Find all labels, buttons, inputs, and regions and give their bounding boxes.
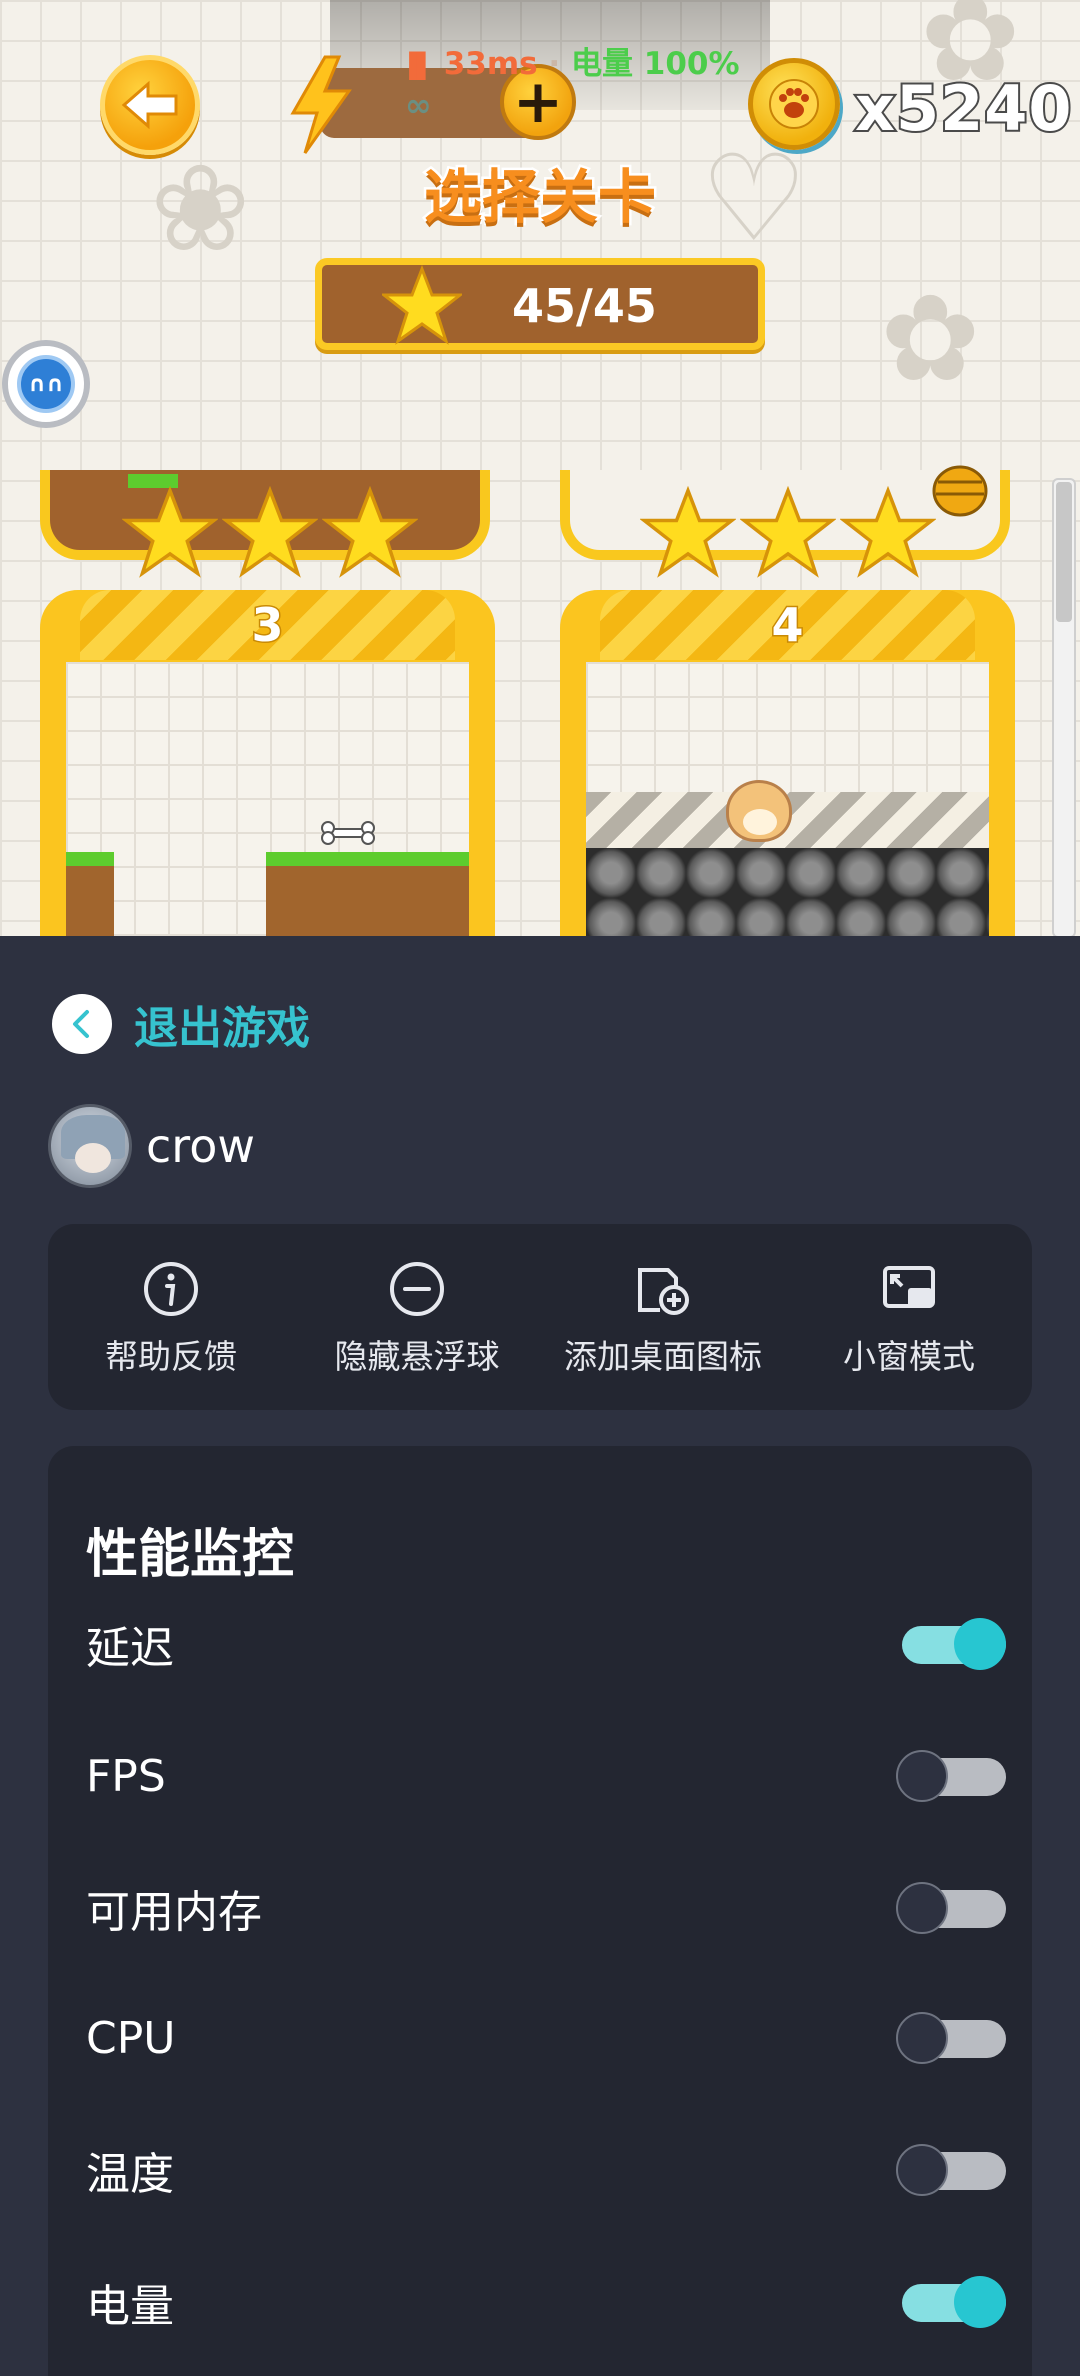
ground-left	[66, 852, 114, 936]
battery-readout: 电量 100%	[571, 46, 740, 82]
perf-row-memory: 可用内存	[86, 1868, 1006, 1948]
star-icon	[382, 265, 462, 345]
star-icon	[122, 486, 218, 578]
perf-item-label: CPU	[86, 2012, 176, 2064]
perf-item-label: 可用内存	[86, 1887, 262, 1938]
action-label: 隐藏悬浮球	[334, 1337, 500, 1376]
perf-row-battery: 电量	[86, 2262, 1006, 2342]
level-number: 3	[80, 590, 455, 660]
section-title: 性能监控	[86, 1525, 295, 1585]
info-icon	[144, 1262, 198, 1316]
star-icon	[222, 486, 318, 578]
perf-item-label: FPS	[86, 1750, 166, 1802]
cpu-toggle[interactable]	[896, 2010, 1006, 2066]
perf-item-label: 温度	[86, 2149, 174, 2200]
floating-ball[interactable]: ∩∩	[2, 340, 90, 428]
perf-row-cpu: CPU	[86, 1998, 1006, 2078]
minus-circle-icon	[390, 1262, 444, 1316]
exit-game-label: 退出游戏	[134, 1003, 310, 1054]
latency-toggle[interactable]	[896, 1616, 1006, 1672]
fps-toggle[interactable]	[896, 1748, 1006, 1804]
floating-ball-icon: ∩∩	[17, 355, 75, 413]
scrollbar-thumb[interactable]	[1056, 482, 1072, 622]
battery-toggle[interactable]	[896, 2274, 1006, 2330]
signal-icon: ▐▌	[400, 52, 435, 80]
separator: ·	[537, 46, 571, 82]
user-info: crow	[48, 1104, 255, 1188]
help-feedback-button[interactable]: 帮助反馈	[48, 1224, 294, 1410]
memory-toggle[interactable]	[896, 1880, 1006, 1936]
username: crow	[146, 1119, 255, 1173]
bone-icon	[321, 821, 375, 845]
rock-floor	[586, 848, 989, 936]
coin-count: x5240	[853, 70, 1074, 147]
temperature-toggle[interactable]	[896, 2142, 1006, 2198]
exit-game-button[interactable]: 退出游戏	[52, 992, 310, 1056]
action-label: 帮助反馈	[105, 1337, 237, 1376]
level-2-stars	[640, 486, 936, 578]
dog-icon	[726, 780, 792, 842]
ground-right	[266, 852, 469, 936]
perf-overlay: ▐▌ 33ms · 电量 100%	[400, 38, 740, 83]
add-desktop-icon-button[interactable]: 添加桌面图标	[540, 1224, 786, 1410]
score-bar: 45/45	[315, 258, 765, 350]
avatar	[48, 1104, 132, 1188]
level-card-3[interactable]: 3	[40, 590, 495, 936]
perf-row-temperature: 温度	[86, 2130, 1006, 2210]
star-icon	[640, 486, 736, 578]
scrollbar[interactable]	[1052, 478, 1076, 936]
performance-monitor: 性能监控 延迟 FPS 可用内存 CPU 温度 电量	[48, 1446, 1032, 2376]
level-1-stars	[122, 486, 418, 578]
back-button[interactable]	[100, 55, 200, 155]
perf-row-fps: FPS	[86, 1736, 1006, 1816]
action-label: 小窗模式	[843, 1337, 975, 1376]
hide-float-ball-button[interactable]: 隐藏悬浮球	[294, 1224, 540, 1410]
beehive-icon	[932, 465, 988, 517]
level-4-preview	[586, 662, 989, 936]
small-window-button[interactable]: 小窗模式	[786, 1224, 1032, 1410]
star-icon	[840, 486, 936, 578]
arrow-left-icon	[121, 80, 178, 130]
level-3-preview	[66, 662, 469, 936]
perf-row-latency: 延迟	[86, 1604, 1006, 1684]
chevron-left-icon	[52, 994, 112, 1054]
quick-actions: 帮助反馈 隐藏悬浮球 添加桌面图标 小窗模式	[48, 1224, 1032, 1410]
perf-item-label: 电量	[86, 2281, 174, 2332]
star-icon	[322, 486, 418, 578]
doodle-flower: ✿	[880, 270, 981, 409]
lightning-icon	[290, 55, 352, 154]
latency-readout: 33ms	[443, 46, 538, 82]
perf-item-label: 延迟	[86, 1623, 174, 1674]
star-icon	[740, 486, 836, 578]
paw-coin-icon	[748, 58, 840, 150]
add-shortcut-icon	[638, 1268, 689, 1315]
score-value: 45/45	[512, 279, 657, 333]
action-label: 添加桌面图标	[564, 1337, 762, 1376]
level-card-4[interactable]: 4	[560, 590, 1015, 936]
game-view: ❀ ♡ ✿ ✿ ∞ + ▐▌ 33ms · 电量 100% x5240 选择关卡…	[0, 0, 1080, 936]
game-menu-panel: 退出游戏 crow 帮助反馈 隐藏悬浮球 添加桌面图标 小窗模式 性能监控 延迟…	[0, 936, 1080, 2376]
level-number: 4	[600, 590, 975, 660]
picture-in-picture-icon	[883, 1266, 935, 1308]
page-title: 选择关卡	[421, 161, 658, 234]
energy-value: ∞	[405, 86, 432, 124]
